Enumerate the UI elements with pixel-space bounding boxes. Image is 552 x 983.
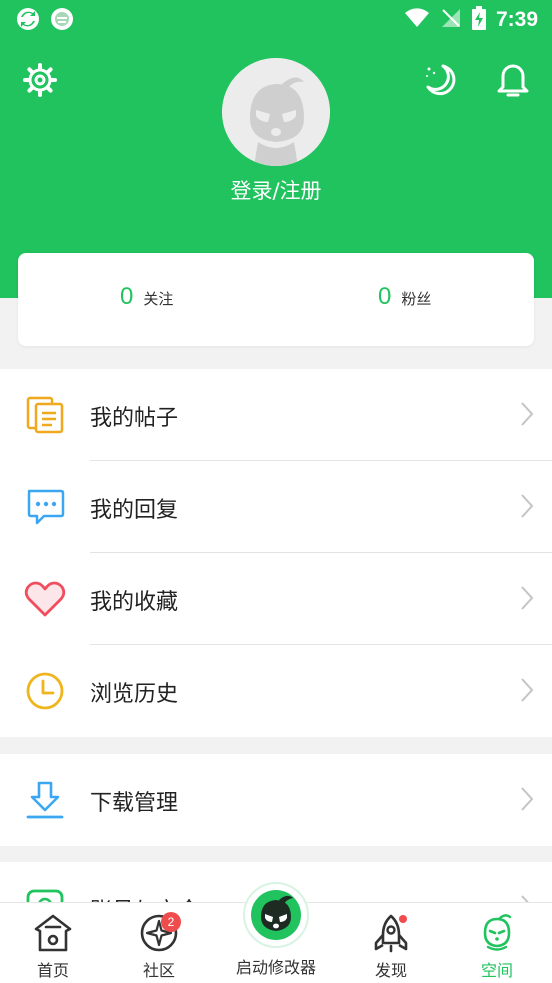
status-bar: 7:39 [0,0,552,38]
notification-badge: 2 [161,912,181,932]
launcher-icon [248,887,304,943]
community-icon: 2 [137,911,181,955]
wifi-icon [404,8,430,32]
menu-item-my-favorites[interactable]: 我的收藏 [0,553,552,645]
launcher-button[interactable] [243,882,309,948]
avatar[interactable] [222,58,330,166]
chevron-right-icon [521,494,534,518]
nav-item-community[interactable]: 2 社区 [128,903,190,983]
moon-icon[interactable] [420,60,460,100]
nav-label-home: 首页 [36,961,69,980]
nav-item-home[interactable]: 首页 [22,903,84,983]
following-stat[interactable]: 0 关注 [120,283,173,311]
sync-app-icon [16,7,40,35]
nav-label-launcher: 启动修改器 [235,958,316,977]
menu-label-my-replies: 我的回复 [90,498,179,523]
download-icon [24,780,66,820]
document-icon [24,395,66,435]
default-avatar [222,58,330,166]
rocket-icon [369,911,413,955]
chevron-right-icon [521,678,534,702]
nav-label-community: 社区 [142,961,175,980]
menu-label-my-posts: 我的帖子 [90,406,179,431]
nav-item-discover[interactable]: 发现 [360,903,422,983]
menu-item-my-replies[interactable]: 我的回复 [0,461,552,553]
following-count: 0 [120,283,134,310]
nav-item-space[interactable]: 空间 [466,903,528,983]
chevron-right-icon [521,787,534,811]
menu-label-my-favorites: 我的收藏 [90,590,179,615]
no-signal-icon [440,7,462,33]
menu-group-downloads: 下载管理 [0,754,552,846]
login-register-link[interactable]: 登录/注册 [0,175,552,205]
followers-label: 粉丝 [401,290,432,308]
following-label: 关注 [143,290,174,308]
face-app-icon [50,7,74,35]
menu-item-downloads[interactable]: 下载管理 [0,754,552,846]
nav-label-space: 空间 [480,961,513,980]
menu-label-history: 浏览历史 [90,682,179,707]
chevron-right-icon [521,402,534,426]
battery-charging-icon [471,6,486,34]
space-icon [475,911,519,955]
clock-icon [24,671,66,711]
chevron-right-icon [521,586,534,610]
menu-item-history[interactable]: 浏览历史 [0,645,552,737]
new-indicator-dot [399,915,407,923]
nav-label-discover: 发现 [374,961,407,980]
bell-icon[interactable] [493,60,533,100]
menu-item-my-posts[interactable]: 我的帖子 [0,369,552,461]
menu-label-downloads: 下载管理 [90,791,179,816]
home-icon [31,911,75,955]
chat-bubble-icon [24,487,66,527]
followers-stat[interactable]: 0 粉丝 [378,283,431,311]
status-time: 7:39 [495,8,538,31]
gear-icon[interactable] [20,60,60,100]
heart-icon [24,579,66,619]
followers-count: 0 [378,283,392,310]
stats-card: 0 关注 0 粉丝 [18,253,534,346]
menu-group-activity: 我的帖子 我的回复 我的收藏 浏览历史 [0,369,552,737]
